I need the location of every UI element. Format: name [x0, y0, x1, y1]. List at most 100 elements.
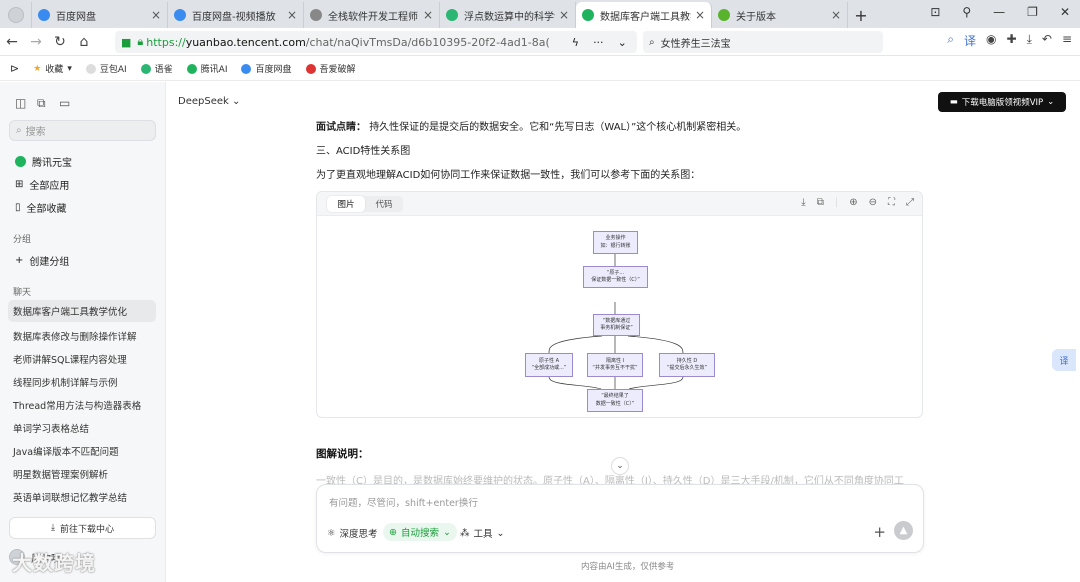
group-section-label: 分组 [13, 235, 32, 245]
model-selector[interactable]: DeepSeek ⌄ [178, 96, 240, 107]
tab-profile[interactable] [0, 2, 32, 28]
intro-text: 为了更直观地理解ACID如何协同工作来保证数据一致性，我们可以参考下面的关系图： [316, 170, 701, 181]
chat-item[interactable]: 英语单词联想记忆教学总结 [13, 490, 127, 504]
yuanbao-icon [582, 9, 594, 21]
download-icon: ⤓ [51, 523, 55, 533]
bookmark-tencent-ai[interactable]: 腾讯AI [186, 62, 227, 75]
undo-icon[interactable]: ↶ [1042, 32, 1052, 49]
nav-all-favorites[interactable]: ▯ 全部收藏 [15, 200, 67, 215]
diagram-node-durability: 持久性 D “提交后永久生效” [659, 353, 715, 377]
zoom-icon[interactable]: ⌕ [947, 32, 954, 49]
diagram-node-atomic: “原子... 保证数据一致性（C）” [583, 266, 648, 288]
tools-menu[interactable]: ⁂ 工具 ⌄ [460, 526, 504, 541]
shield-icon: ■ [121, 35, 132, 49]
extension-icon[interactable]: ◉ [986, 32, 996, 49]
expand-icon[interactable]: ⤢ [906, 197, 914, 208]
lock-icon: 🔒︎ [137, 35, 144, 48]
diagram-card-header: 图片 代码 ⤓ ⧉ | ⊕ ⊖ ⛶ ⤢ [317, 192, 922, 216]
translate-float-button[interactable]: 译 [1052, 349, 1076, 371]
new-tab-button[interactable]: + [848, 2, 874, 28]
chat-item[interactable]: 明星数据管理案例解析 [13, 467, 108, 481]
copy-icon[interactable]: ⧉ [817, 197, 824, 208]
tab-code[interactable]: 代码 [365, 196, 403, 212]
chevron-down-icon: ⌄ [1047, 97, 1055, 107]
tab-0[interactable]: 百度网盘 × [32, 2, 168, 28]
new-chat-icon[interactable]: ▭ [59, 96, 70, 110]
bookmark-favorites[interactable]: ★ 收藏 ▾ [33, 62, 72, 76]
minimize-button[interactable]: — [993, 5, 1005, 19]
nav-all-apps[interactable]: ⊞ 全部应用 [15, 177, 69, 192]
chat-item[interactable]: 单词学习表格总结 [13, 421, 89, 435]
chat-item[interactable]: Thread常用方法与构造器表格 [13, 398, 141, 412]
puzzle-icon[interactable]: ✚ [1007, 32, 1017, 49]
chat-item[interactable]: Java编译版本不匹配问题 [13, 444, 119, 458]
tab-1[interactable]: 百度网盘-视频播放 × [168, 2, 304, 28]
close-icon[interactable]: × [559, 8, 569, 22]
chat-item[interactable]: 老师讲解SQL课程内容处理 [13, 352, 127, 366]
tab-5[interactable]: 关于版本 × [712, 2, 848, 28]
auto-search-toggle[interactable]: ⊕ 自动搜索 ⌄ [383, 523, 457, 541]
sidebar-toggle-icon[interactable]: ⊳ [10, 62, 19, 75]
new-window-icon[interactable]: ⧉ [37, 96, 46, 111]
create-group-button[interactable]: + 创建分组 [15, 253, 69, 268]
sidebar-search-input[interactable]: ⌕ 搜索 [9, 120, 156, 141]
globe-icon: ⊕ [389, 526, 397, 538]
address-bar-row: ← → ↻ ⌂ ■ 🔒︎ https://yuanbao.tencent.com… [0, 28, 1080, 56]
deep-think-toggle[interactable]: ⚛ 深度思考 [327, 526, 378, 541]
nav-yuanbao[interactable]: 腾讯元宝 [15, 154, 72, 169]
download-center-button[interactable]: ⤓ 前往下载中心 [9, 517, 156, 539]
send-button[interactable]: ▲ [894, 521, 913, 540]
url-field[interactable]: ■ 🔒︎ https://yuanbao.tencent.com/chat/na… [115, 31, 637, 53]
explain-heading: 图解说明： [316, 448, 369, 460]
translate-icon[interactable]: 译 [964, 32, 976, 49]
more-icon[interactable]: ··· [593, 36, 604, 49]
attach-button[interactable]: + [873, 523, 886, 541]
back-button[interactable]: ← [0, 34, 24, 50]
forward-button[interactable]: → [24, 34, 48, 50]
doubao-icon [85, 63, 96, 74]
close-icon[interactable]: × [695, 8, 705, 22]
tab-2[interactable]: 全栈软件开发工程师 - × [304, 2, 440, 28]
yuanbao-icon [186, 63, 197, 74]
ai-disclaimer: 内容由AI生成，仅供参考 [581, 562, 675, 572]
download-vip-button[interactable]: ▬ 下载电脑版领视频VIP ⌄ [938, 92, 1066, 112]
bolt-icon[interactable]: ϟ [572, 36, 579, 49]
reload-button[interactable]: ↻ [48, 34, 72, 50]
tab-image[interactable]: 图片 [327, 196, 365, 212]
scroll-down-button[interactable]: ⌄ [611, 457, 629, 475]
shirt-icon[interactable]: ⚲ [962, 5, 971, 19]
diagram-node-business-op: 业务操作 如：银行转账 [593, 231, 638, 254]
watermark-text: 大数跨境 [12, 551, 96, 575]
download-icon[interactable]: ⤓ [801, 197, 805, 208]
bookmark-doubao[interactable]: 豆包AI [85, 62, 127, 75]
window-controls: ⊡ ⚲ — ❐ ✕ [930, 0, 1080, 24]
close-window-button[interactable]: ✕ [1060, 5, 1070, 19]
collapse-sidebar-icon[interactable]: ◫ [15, 96, 26, 110]
tab-4-active[interactable]: 数据库客户端工具教学 × [576, 2, 712, 28]
message-input[interactable]: 有问题，尽管问，shift+enter换行 [329, 495, 478, 509]
doc-icon [446, 9, 458, 21]
zoom-out-icon[interactable]: ⊖ [869, 197, 877, 208]
home-button[interactable]: ⌂ [72, 34, 96, 50]
close-icon[interactable]: × [423, 8, 433, 22]
tab-count-icon[interactable]: ⊡ [930, 5, 940, 19]
chat-item[interactable]: 数据库表修改与删除操作详解 [13, 329, 137, 343]
close-icon[interactable]: × [831, 8, 841, 22]
restore-button[interactable]: ❐ [1027, 5, 1038, 19]
chevron-down-icon[interactable]: ⌄ [618, 36, 627, 49]
bookmark-52pojie[interactable]: 吾爱破解 [305, 62, 356, 75]
close-icon[interactable]: × [287, 8, 297, 22]
chat-item-active[interactable]: 数据库客户端工具教学优化 [8, 300, 156, 322]
download-icon[interactable]: ⤓ [1027, 32, 1032, 49]
bookmark-yuque[interactable]: 语雀 [140, 62, 173, 75]
search-box[interactable]: ⌕ 女性养生三法宝 [643, 31, 883, 53]
tab-3[interactable]: 浮点数运算中的科学计 × [440, 2, 576, 28]
fit-icon[interactable]: ⛶ [888, 197, 895, 208]
cloud-icon [174, 9, 186, 21]
sidebar: ◫ ⧉ ▭ ⌕ 搜索 腾讯元宝 ⊞ 全部应用 ▯ 全部收藏 分组 + 创建分组 聊天 … [0, 82, 166, 582]
zoom-in-icon[interactable]: ⊕ [849, 197, 857, 208]
chat-item[interactable]: 线程同步机制详解与示例 [13, 375, 118, 389]
menu-icon[interactable]: ≡ [1062, 32, 1072, 49]
bookmark-baidu-pan[interactable]: 百度网盘 [241, 62, 292, 75]
close-icon[interactable]: × [151, 8, 161, 22]
